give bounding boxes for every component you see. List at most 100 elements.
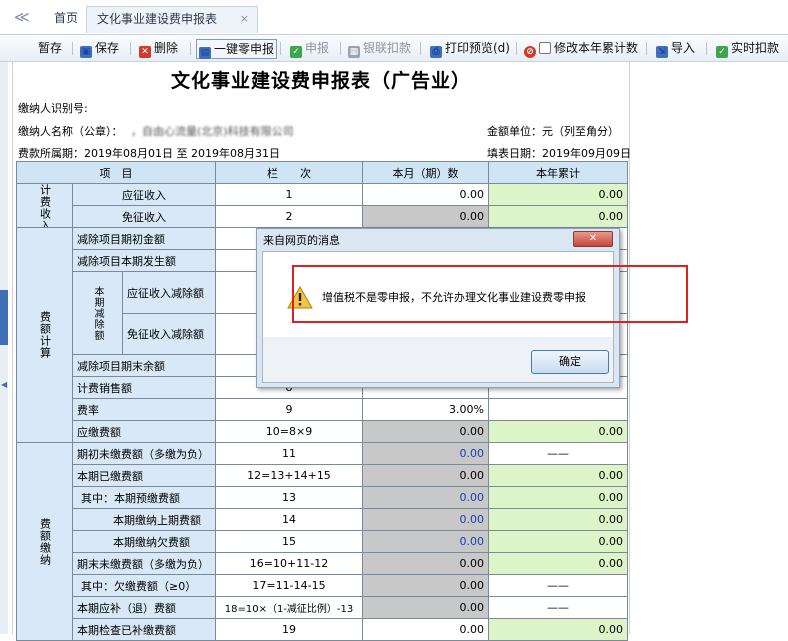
delete-label: 删除 bbox=[154, 41, 179, 55]
highlight-annotation-box bbox=[292, 265, 688, 323]
table-row: 免征收入 2 0.00 0.00 bbox=[17, 205, 628, 228]
import-button[interactable]: ⇲ 导入 bbox=[656, 39, 696, 58]
row-line: 16=10+11-12 bbox=[215, 552, 363, 575]
delete-button[interactable]: ✕ 删除 bbox=[139, 39, 179, 58]
unionpay-label: 银联扣款 bbox=[363, 41, 412, 55]
collapse-back-icon[interactable]: ≪ bbox=[14, 8, 40, 26]
table-row: 本期应补（退）费额 18=10×（1-减征比例）-13 0.00 —— bbox=[17, 596, 628, 619]
row-item: 期末未缴费额（多缴为负） bbox=[72, 552, 216, 575]
group-billing-income: 计费收入 bbox=[16, 183, 73, 228]
import-label: 导入 bbox=[671, 41, 696, 55]
row-year-value: —— bbox=[488, 442, 628, 465]
left-collapse-strip[interactable]: ◀ bbox=[0, 62, 8, 634]
print-preview-button[interactable]: ⎙ 打印预览(d) bbox=[430, 39, 510, 58]
row-item: 减除项目本期发生额 bbox=[72, 249, 216, 272]
group-fee-calculation: 费额计算 bbox=[16, 227, 73, 443]
dialog-close-button[interactable]: ✕ bbox=[573, 231, 613, 247]
left-strip-handle[interactable] bbox=[0, 290, 8, 345]
tab-home[interactable]: 首页 bbox=[44, 6, 88, 32]
table-row: 其中：本期预缴费额 13 0.00 0.00 bbox=[17, 486, 628, 509]
row-month-value: 0.00 bbox=[362, 420, 489, 443]
row-line: 11 bbox=[215, 442, 363, 465]
toolbar: 暂存 ▣ 保存 ✕ 删除 ▤ 一键零申报 ✓ 申报 ▦ 银联扣款 ⎙ 打印预览(d) ⊘ 修改… bbox=[0, 35, 788, 62]
currency-unit: 金额单位：元（列至角分） bbox=[487, 125, 619, 138]
row-item: 计费销售额 bbox=[72, 376, 216, 399]
unionpay-deduct-button[interactable]: ▦ 银联扣款 bbox=[348, 39, 412, 58]
taxpayer-name-label: 缴纳人名称（公章）： bbox=[18, 125, 123, 138]
row-year-value bbox=[488, 398, 628, 421]
row-item: 应缴费额 bbox=[72, 420, 216, 443]
one-click-zero-declare-button[interactable]: ▤ 一键零申报 bbox=[196, 39, 278, 59]
row-line: 1 bbox=[215, 183, 363, 206]
row-month-value: 0.00 bbox=[362, 205, 489, 228]
row-month-input[interactable]: 0.00 bbox=[362, 183, 489, 206]
save-label: 保存 bbox=[95, 41, 120, 55]
row-item: 其中：欠缴费额（≥0） bbox=[72, 574, 216, 597]
row-month-value: 0.00 bbox=[362, 464, 489, 487]
modify-annual-label: 修改本年累计数 bbox=[554, 41, 639, 55]
expand-left-icon[interactable]: ◀ bbox=[1, 380, 7, 389]
print-label: 打印预览(d) bbox=[445, 41, 510, 55]
row-item: 本期应补（退）费额 bbox=[72, 596, 216, 619]
row-month-input[interactable]: 0.00 bbox=[362, 618, 489, 641]
table-header: 项 目 栏 次 本月（期）数 本年累计 bbox=[16, 161, 628, 184]
row-month-value: 0.00 bbox=[362, 552, 489, 575]
row-item: 本期已缴费额 bbox=[72, 464, 216, 487]
row-year-input[interactable]: 0.00 bbox=[488, 205, 628, 228]
row-item: 减除项目期初金额 bbox=[72, 227, 216, 250]
row-line: 17=11-14-15 bbox=[215, 574, 363, 597]
modify-annual-total-button[interactable]: ⊘ 修改本年累计数 bbox=[524, 39, 639, 58]
header-year: 本年累计 bbox=[488, 161, 628, 184]
row-line: 18=10×（1-减征比例）-13 bbox=[215, 596, 363, 619]
table-row: 本期已缴费额 12=13+14+15 0.00 0.00 bbox=[17, 464, 628, 487]
declare-button[interactable]: ✓ 申报 bbox=[290, 39, 330, 58]
fee-period: 费款所属期：2019年08月01日 至 2019年08月31日 bbox=[18, 147, 280, 160]
unionpay-icon: ▦ bbox=[348, 46, 360, 58]
table-row: 期末未缴费额（多缴为负） 16=10+11-12 0.00 0.00 bbox=[17, 552, 628, 575]
row-line: 19 bbox=[215, 618, 363, 641]
row-line: 9 bbox=[215, 398, 363, 421]
form-title: 文化事业建设费申报表（广告业） bbox=[170, 70, 471, 92]
close-tab-icon[interactable]: × bbox=[240, 7, 249, 31]
zero-declare-label: 一键零申报 bbox=[214, 42, 275, 56]
row-item: 费率 bbox=[72, 398, 216, 421]
tab-label: 文化事业建设费申报表 bbox=[97, 12, 218, 26]
tab-culture-fee-form[interactable]: 文化事业建设费申报表 × bbox=[86, 6, 258, 33]
save-button[interactable]: ▣ 保存 bbox=[80, 39, 120, 58]
modify-annual-checkbox[interactable] bbox=[539, 42, 551, 54]
row-item: 免征收入 bbox=[72, 205, 216, 228]
table-row: 本期缴纳上期费额 14 0.00 0.00 bbox=[17, 508, 628, 531]
group-current-deduction: 本期减除额 bbox=[72, 271, 123, 355]
row-line: 12=13+14+15 bbox=[215, 464, 363, 487]
import-icon: ⇲ bbox=[656, 46, 668, 58]
table-row: 本期检查已补缴费额 19 0.00 0.00 bbox=[17, 618, 628, 641]
row-line: 14 bbox=[215, 508, 363, 531]
row-item: 减除项目期末余额 bbox=[72, 354, 216, 377]
tab-bar: ≪ 首页 文化事业建设费申报表 × bbox=[0, 0, 788, 35]
table-row: 应缴费额 10=8×9 0.00 0.00 bbox=[17, 420, 628, 443]
row-year-value: 0.00 bbox=[488, 420, 628, 443]
row-year-input[interactable]: 0.00 bbox=[488, 183, 628, 206]
temp-save-button[interactable]: 暂存 bbox=[38, 39, 62, 57]
row-item: 本期检查已补缴费额 bbox=[72, 618, 216, 641]
declare-label: 申报 bbox=[305, 41, 330, 55]
dialog-ok-button[interactable]: 确定 bbox=[531, 350, 609, 374]
realtime-deduct-button[interactable]: ✓ 实时扣款 bbox=[716, 39, 779, 58]
fill-date: 填表日期：2019年09月09日 bbox=[487, 147, 631, 160]
row-month-value: 0.00 bbox=[362, 596, 489, 619]
row-year-value: 0.00 bbox=[488, 508, 628, 531]
row-item: 期初未缴费额（多缴为负） bbox=[72, 442, 216, 465]
row-item: 其中：本期预缴费额 bbox=[72, 486, 216, 509]
save-icon: ▣ bbox=[80, 46, 92, 58]
header-line: 栏 次 bbox=[215, 161, 363, 184]
declare-icon: ✓ bbox=[290, 46, 302, 58]
realtime-deduct-icon: ✓ bbox=[716, 46, 728, 58]
dialog-title: 来自网页的消息 bbox=[263, 234, 340, 247]
row-month-value: 0.00 bbox=[362, 530, 489, 553]
table-row: 费率 9 3.00% bbox=[17, 398, 628, 421]
table-row: 其中：欠缴费额（≥0） 17=11-14-15 0.00 —— bbox=[17, 574, 628, 597]
row-month-value: 0.00 bbox=[362, 508, 489, 531]
row-year-value: 0.00 bbox=[488, 530, 628, 553]
row-month-value: 0.00 bbox=[362, 442, 489, 465]
print-icon: ⎙ bbox=[430, 46, 442, 58]
